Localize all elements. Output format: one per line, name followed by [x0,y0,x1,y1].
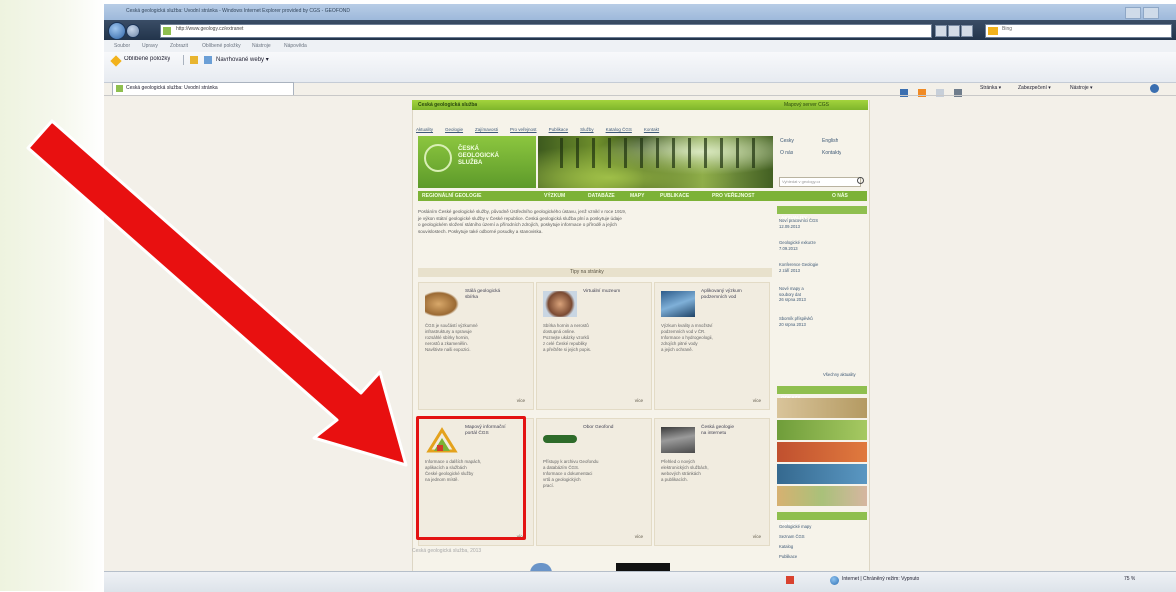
red-arrow-icon [26,119,408,467]
